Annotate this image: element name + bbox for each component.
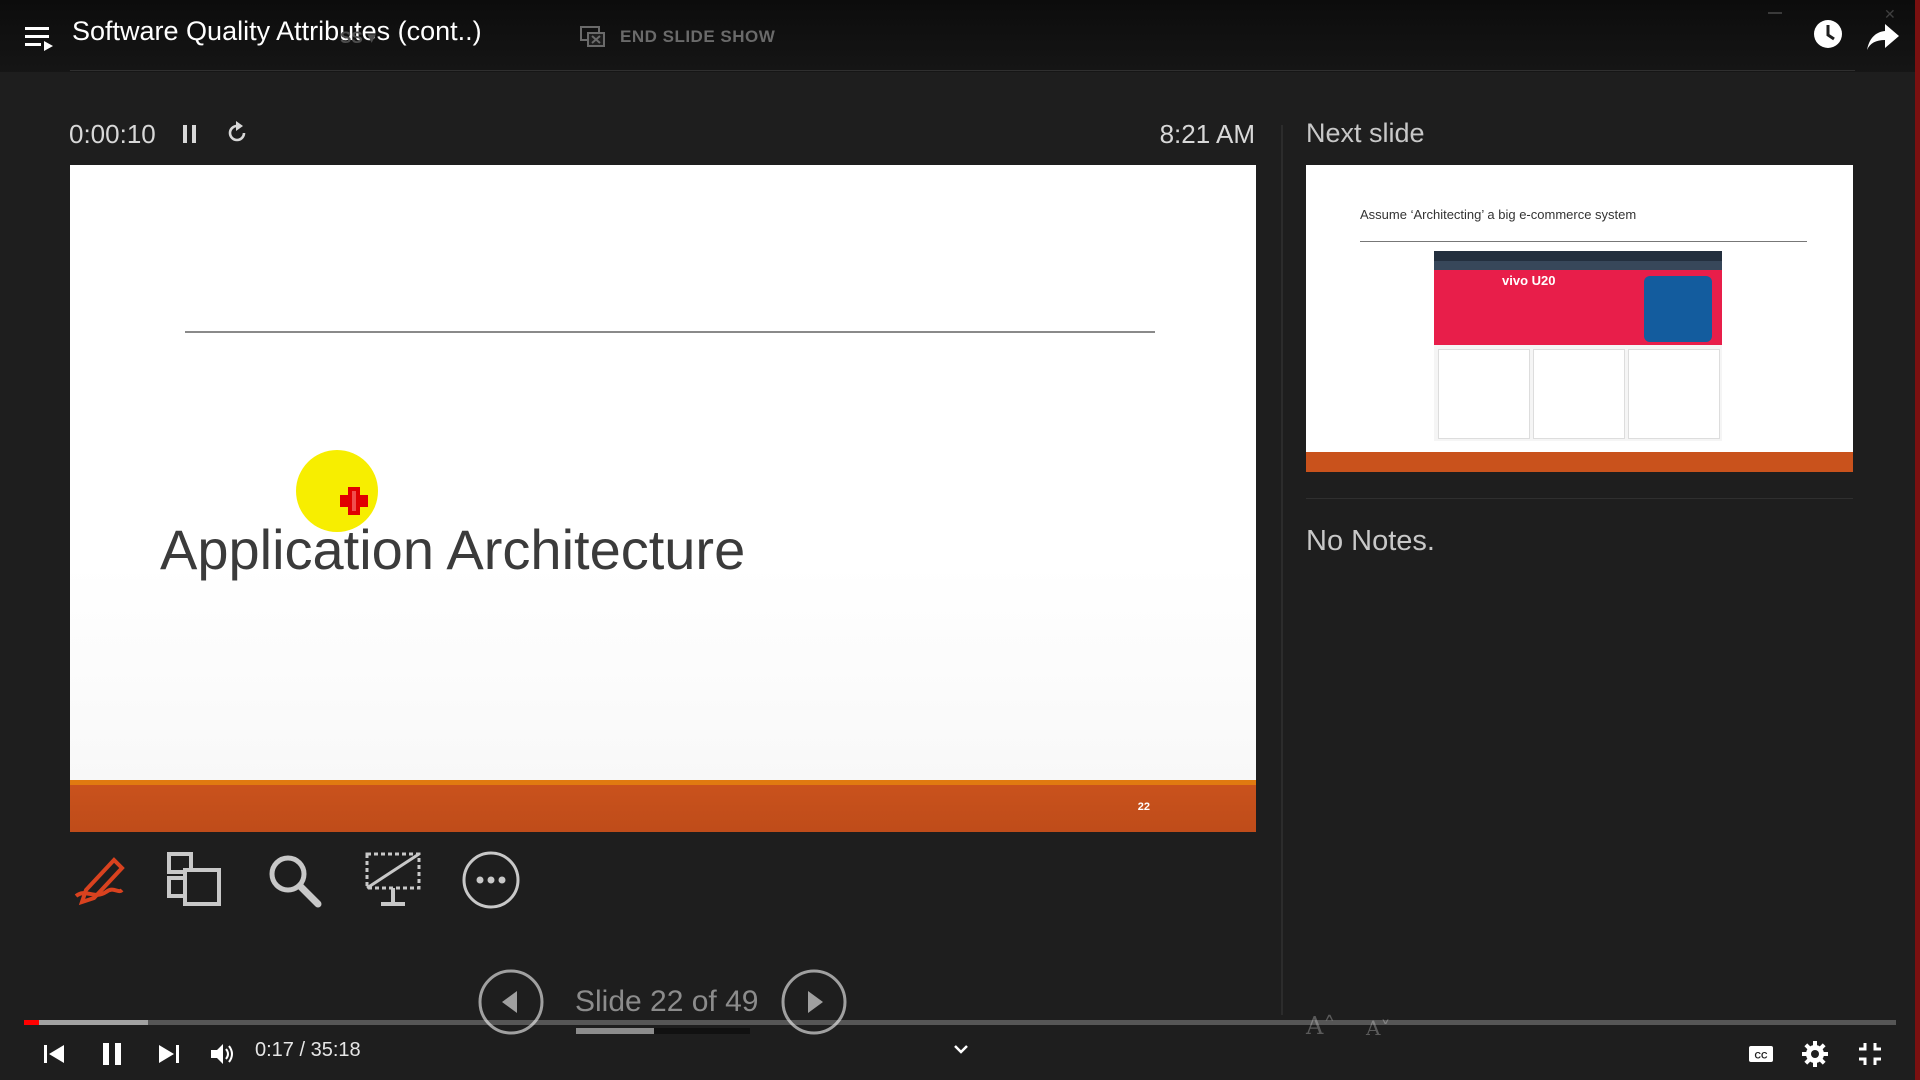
next-slide-title: Assume ‘Architecting’ a big e-commerce s…	[1360, 207, 1637, 222]
slide-title: Application Architecture	[160, 518, 746, 581]
volume-icon[interactable]	[208, 1040, 236, 1068]
slide-number: 22	[1137, 801, 1150, 813]
window-edge	[1915, 0, 1920, 1080]
previous-icon[interactable]	[40, 1040, 68, 1068]
zoom-icon[interactable]	[262, 848, 326, 912]
screenshot-nav-bar	[1434, 261, 1722, 270]
ecommerce-screenshot-image: vivo U20	[1434, 251, 1722, 441]
video-duration: 35:18	[310, 1039, 361, 1061]
restart-timer-icon[interactable]	[224, 120, 250, 146]
presentation-timer: 0:00:10	[69, 119, 156, 149]
next-slide-label: Next slide	[1306, 118, 1425, 148]
pause-timer-icon[interactable]	[180, 123, 200, 145]
minimize-icon	[1768, 12, 1782, 14]
next-slide-preview[interactable]: Assume ‘Architecting’ a big e-commerce s…	[1306, 165, 1853, 472]
chevron-down-icon[interactable]	[950, 1038, 972, 1060]
slide-title-rule	[185, 331, 1155, 333]
pen-icon[interactable]	[66, 848, 130, 912]
video-progress-bar[interactable]	[24, 1020, 1896, 1025]
slide-footer-bar	[70, 780, 1256, 832]
share-icon[interactable]	[1865, 18, 1901, 54]
toolbar-divider	[70, 70, 1855, 71]
slide-progress-fill	[576, 1028, 655, 1034]
more-options-icon[interactable]	[459, 848, 523, 912]
next-slide-footer-bar	[1306, 452, 1853, 472]
screenshot-phone-image	[1644, 276, 1712, 342]
video-current-time: 0:17	[255, 1039, 294, 1061]
video-played-bar	[24, 1020, 39, 1025]
exit-fullscreen-icon[interactable]	[1856, 1040, 1884, 1068]
watch-later-icon[interactable]	[1812, 18, 1844, 50]
video-time-separator: /	[299, 1039, 306, 1061]
screenshot-header-bar	[1434, 251, 1722, 261]
current-slide: Application Architecture 22	[70, 165, 1256, 832]
playlist-menu-icon[interactable]	[22, 20, 56, 54]
slides-grid-icon[interactable]	[163, 848, 227, 912]
next-slide-title-rule	[1360, 241, 1807, 242]
end-show-icon	[580, 26, 605, 47]
current-time-clock: 8:21 AM	[1159, 119, 1255, 149]
notes-divider	[1306, 498, 1853, 499]
previous-slide-button[interactable]	[477, 968, 545, 1036]
end-slide-show-button: END SLIDE SHOW	[580, 26, 775, 48]
video-buffered-bar	[24, 1020, 148, 1025]
slide-counter[interactable]: Slide 22 of 49	[575, 985, 758, 1019]
pause-icon[interactable]	[98, 1040, 126, 1068]
cursor-cross-icon	[340, 487, 368, 515]
screenshot-card	[1628, 349, 1720, 439]
next-slide-button[interactable]	[780, 968, 848, 1036]
svg-text:CC: CC	[1755, 1051, 1768, 1061]
end-slide-show-label: END SLIDE SHOW	[620, 27, 776, 46]
speaker-notes: No Notes.	[1306, 525, 1435, 557]
video-time-display: 0:17 / 35:18	[255, 1039, 361, 1062]
settings-icon[interactable]	[1801, 1040, 1829, 1068]
screenshot-card	[1438, 349, 1530, 439]
black-screen-icon[interactable]	[361, 848, 425, 912]
video-title[interactable]: Software Quality Attributes (cont..)	[72, 16, 482, 47]
next-icon[interactable]	[155, 1040, 183, 1068]
captions-icon[interactable]: CC	[1747, 1040, 1775, 1068]
panel-divider	[1281, 125, 1283, 1015]
screenshot-card	[1533, 349, 1625, 439]
increase-font-button[interactable]: A˄	[1306, 1012, 1335, 1040]
screenshot-banner-text: vivo U20	[1502, 273, 1556, 288]
ghost-display-settings-dropdown: SS ▾	[340, 28, 376, 47]
